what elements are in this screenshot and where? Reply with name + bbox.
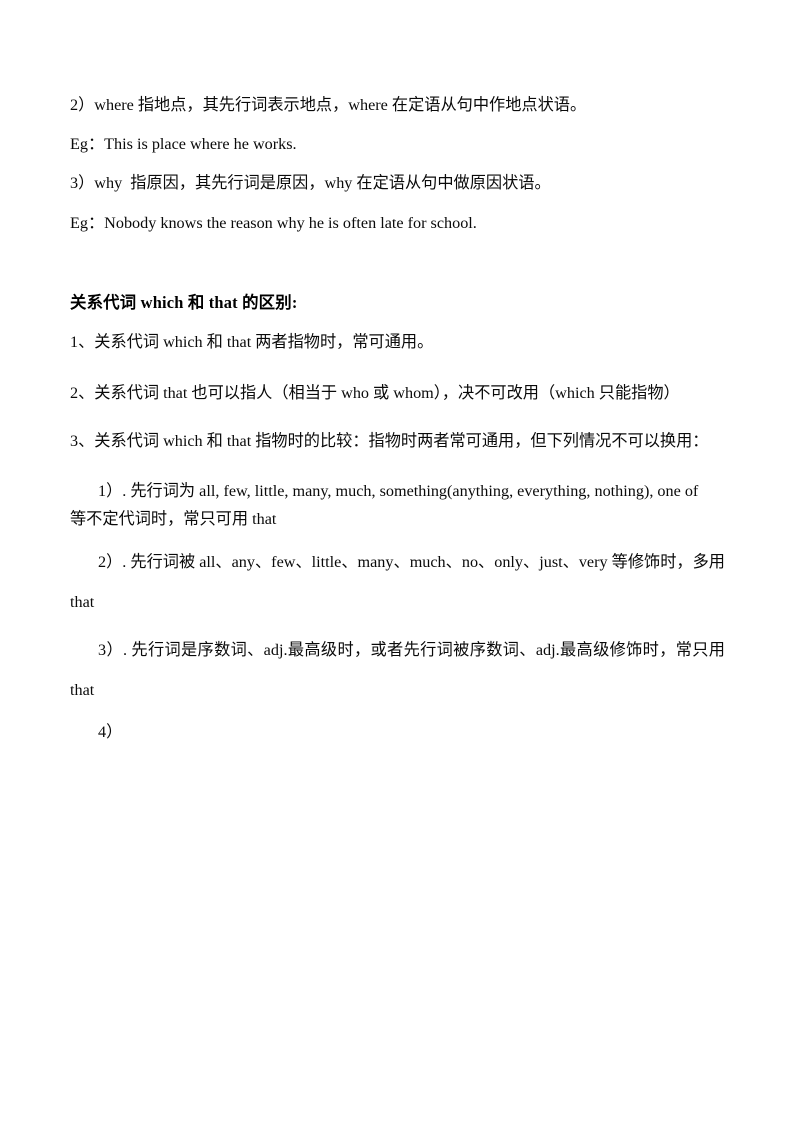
paragraph-rule-3: 3、关系代词 which 和 that 指物时的比较：指物时两者常可通用，但下列…	[70, 432, 709, 451]
paragraph-rule-1: 1、关系代词 which 和 that 两者指物时，常可通用。	[70, 333, 434, 352]
spacer-after-rule-3	[70, 461, 725, 477]
paragraph-sub-1-line-1: 1）. 先行词为 all, few, little, many, much, s…	[98, 482, 699, 501]
spacer-after-sub-3	[70, 710, 725, 718]
paragraph-why-example: Eg：Nobody knows the reason why he is oft…	[70, 213, 477, 232]
paragraph-sub-3: 3）. 先行词是序数词、adj.最高级时，或者先行词被序数词、adj.最高级修饰…	[70, 641, 730, 700]
paragraph-rule-2: 2、关系代词 that 也可以指人（相当于 who 或 whom），决不可改用（…	[70, 384, 680, 403]
paragraph-where-rule: 2）where 指地点，其先行词表示地点，where 在定语从句中作地点状语。	[70, 96, 587, 114]
paragraph-sub-4: 4）	[98, 723, 123, 742]
spacer-after-sub-2	[70, 622, 725, 630]
spacer-after-rule-2	[70, 413, 725, 421]
spacer-after-sub-1	[70, 534, 725, 542]
paragraph-where-example: Eg：This is place where he works.	[70, 135, 297, 154]
paragraph-why-rule: 3）why 指原因，其先行词是原因，why 在定语从句中做原因状语。	[70, 174, 551, 193]
paragraph-sub-2: 2）. 先行词被 all、any、few、little、many、much、no…	[70, 553, 730, 612]
document-body: 2）where 指地点，其先行词表示地点，where 在定语从句中作地点状语。 …	[70, 97, 725, 746]
section-heading-which-vs-that: 关系代词 which 和 that 的区别:	[70, 292, 298, 312]
document-page: 2）where 指地点，其先行词表示地点，where 在定语从句中作地点状语。 …	[0, 0, 794, 1123]
paragraph-sub-1-line-2: 等不定代词时，常只可用 that	[70, 510, 277, 529]
